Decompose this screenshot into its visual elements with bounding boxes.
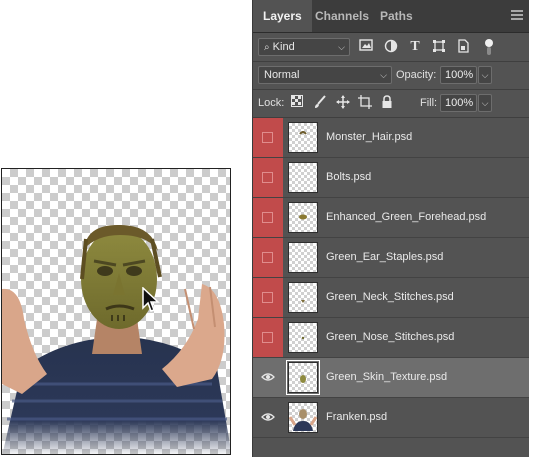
layer-name[interactable]: Enhanced_Green_Forehead.psd [326,198,486,237]
smart-object-filter-icon[interactable] [455,39,471,55]
tab-paths[interactable]: Paths [370,0,423,32]
layer-name[interactable]: Bolts.psd [326,158,371,197]
layer-visibility-toggle[interactable] [253,238,283,277]
divider [253,61,529,62]
layer-row[interactable]: Green_Neck_Stitches.psd [253,278,529,318]
layer-row[interactable]: Enhanced_Green_Forehead.psd [253,198,529,238]
search-icon: ⌕ [264,42,270,53]
layer-thumbnail[interactable] [288,282,318,313]
kind-filter-label: Kind [272,41,295,53]
hidden-visibility-box-icon [262,252,273,263]
opacity-slider-toggle[interactable]: ⌵ [478,66,492,84]
layer-row[interactable]: Bolts.psd [253,158,529,198]
layer-visibility-toggle[interactable] [253,158,283,197]
layer-name[interactable]: Monster_Hair.psd [326,118,412,157]
lock-position-icon[interactable] [335,95,351,111]
layers-panel: Layers Channels Paths ⌕ Kind ⌵ T Normal … [252,0,529,457]
hidden-visibility-box-icon [262,132,273,143]
shape-filter-icon[interactable] [431,39,447,55]
layer-thumbnail[interactable] [288,122,318,153]
layer-row[interactable]: Green_Nose_Stitches.psd [253,318,529,358]
franken-composite-image [2,224,230,454]
hidden-visibility-box-icon [262,292,273,303]
layer-visibility-toggle[interactable] [253,118,283,157]
layer-row[interactable]: Monster_Hair.psd [253,118,529,158]
tab-layers[interactable]: Layers [253,0,312,32]
hidden-visibility-box-icon [262,332,273,343]
lock-artboard-icon[interactable] [357,95,373,111]
divider [253,89,529,90]
fill-input[interactable]: 100% [440,94,477,112]
layer-visibility-toggle[interactable] [253,278,283,317]
layer-visibility-toggle[interactable] [253,398,283,437]
layer-thumbnail[interactable] [288,242,318,273]
layer-filter-row: ⌕ Kind ⌵ T [253,36,529,58]
image-filter-icon[interactable] [358,39,374,55]
tab-channels[interactable]: Channels [305,0,379,32]
hidden-visibility-box-icon [262,212,273,223]
layer-name[interactable]: Franken.psd [326,398,387,437]
document-canvas[interactable] [1,168,231,455]
lock-transparent-pixels-icon[interactable] [289,95,305,111]
panel-menu-icon[interactable] [511,10,523,20]
layer-visibility-toggle[interactable] [253,318,283,357]
lock-label: Lock: [258,97,285,109]
layer-name[interactable]: Green_Nose_Stitches.psd [326,318,454,357]
blend-mode-dropdown[interactable]: Normal ⌵ [258,66,392,84]
hidden-visibility-box-icon [262,172,273,183]
layer-name[interactable]: Green_Ear_Staples.psd [326,238,443,277]
lock-all-icon[interactable] [379,95,395,111]
layer-thumbnail[interactable] [288,202,318,233]
blend-mode-value: Normal [264,69,300,81]
lock-image-pixels-icon[interactable] [312,95,328,111]
layer-visibility-toggle[interactable] [253,198,283,237]
layer-name[interactable]: Green_Neck_Stitches.psd [326,278,454,317]
opacity-input[interactable]: 100% [440,66,477,84]
filter-toggle-icon[interactable] [481,38,497,55]
lock-fill-row: Lock: Fill: 100% ⌵ [253,92,529,114]
layer-name[interactable]: Green_Skin_Texture.psd [326,358,447,397]
layer-visibility-toggle[interactable] [253,358,283,397]
layer-row[interactable]: Franken.psd [253,398,529,438]
eye-icon [261,372,275,382]
opacity-label: Opacity: [396,69,437,81]
mouse-cursor-icon [142,287,160,312]
layer-list: Monster_Hair.psd Bolts.psd Enhanced_Green_… [253,118,529,438]
adjustment-filter-icon[interactable] [383,39,399,55]
eye-icon [261,412,275,422]
layer-thumbnail[interactable] [288,402,318,433]
fill-label: Fill: [420,97,438,109]
type-filter-icon[interactable]: T [407,39,423,55]
fill-slider-toggle[interactable]: ⌵ [478,94,492,112]
layer-thumbnail[interactable] [288,162,318,193]
kind-filter-dropdown[interactable]: ⌕ Kind ⌵ [258,38,350,56]
layer-thumbnail[interactable] [286,360,320,395]
layer-thumbnail[interactable] [288,322,318,353]
panel-tab-bar: Layers Channels Paths [253,0,529,33]
chevron-down-icon: ⌵ [380,70,387,80]
layer-row[interactable]: Green_Ear_Staples.psd [253,238,529,278]
chevron-down-icon: ⌵ [338,42,345,52]
layer-row[interactable]: Green_Skin_Texture.psd [253,358,529,398]
blend-opacity-row: Normal ⌵ Opacity: 100% ⌵ [253,64,529,86]
